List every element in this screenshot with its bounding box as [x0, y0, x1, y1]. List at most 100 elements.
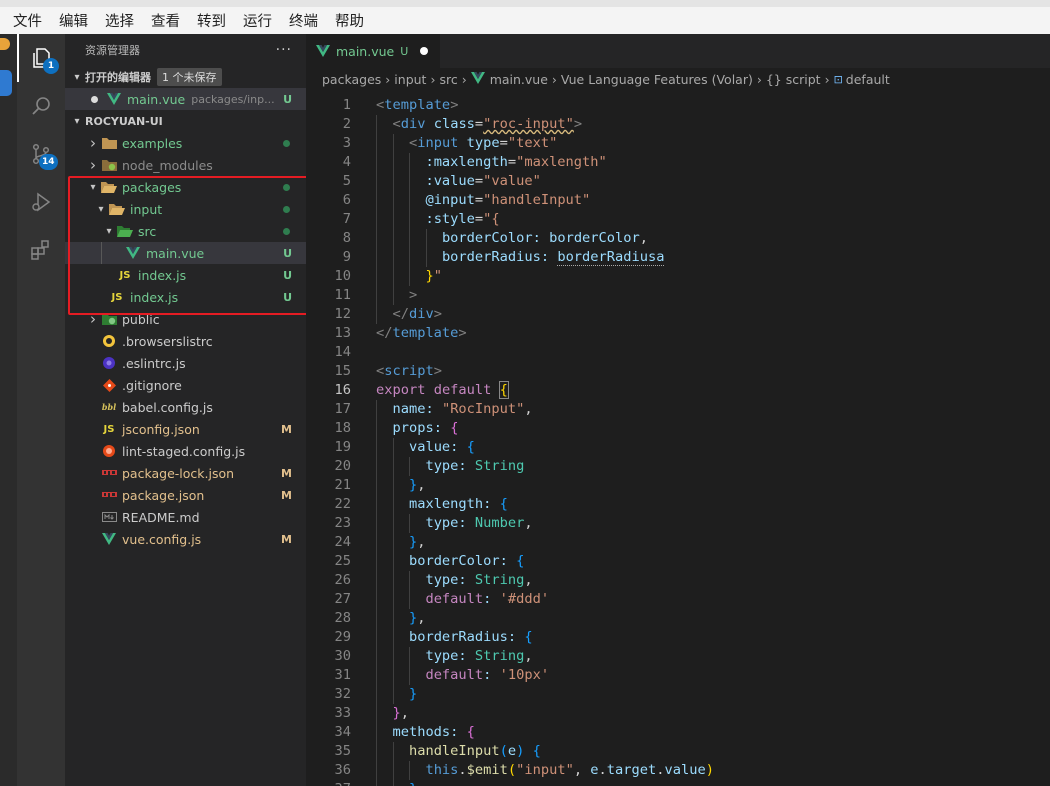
js-file-icon: JS: [103, 423, 115, 435]
tree-item-label: package.json: [122, 487, 205, 503]
line-number: 7: [342, 211, 351, 227]
tree-item[interactable]: main.vue U: [65, 242, 306, 264]
breadcrumb-item[interactable]: src: [439, 72, 457, 87]
menu-item[interactable]: 帮助: [332, 10, 367, 31]
line-number: 35: [334, 743, 351, 759]
tree-item[interactable]: package-lock.json M: [65, 462, 306, 484]
open-editor-item[interactable]: main.vue packages/inp... U: [65, 88, 306, 110]
extensions-activity[interactable]: [17, 226, 65, 274]
tree-item[interactable]: .browserslistrc: [65, 330, 306, 352]
tree-item-label: packages: [122, 179, 182, 195]
dock-app-icon[interactable]: [0, 38, 10, 50]
line-number: 21: [334, 477, 351, 493]
code-line: borderColor: borderColor,: [441, 230, 648, 246]
tree-item[interactable]: bbl babel.config.js: [65, 396, 306, 418]
source-control-activity[interactable]: 14: [17, 130, 65, 178]
tree-item-label: .gitignore: [122, 377, 182, 393]
explorer-title: 资源管理器: [85, 44, 140, 57]
babel-icon: bbl: [101, 402, 117, 412]
menu-item[interactable]: 查看: [148, 10, 183, 31]
code-line: type: String,: [425, 572, 533, 588]
code-line: <input type="text": [408, 135, 558, 151]
line-number: 25: [334, 553, 351, 569]
tab-main-vue[interactable]: main.vue U: [306, 34, 441, 68]
tree-item[interactable]: vue.config.js M: [65, 528, 306, 550]
git-status: U: [283, 246, 292, 260]
vue-file-icon: [106, 91, 122, 107]
breadcrumb-item[interactable]: packages: [322, 72, 381, 87]
breadcrumb-item[interactable]: main.vue: [490, 72, 548, 87]
unsaved-badge: 1 个未保存: [157, 68, 222, 86]
folder-open-icon: [109, 201, 125, 217]
line-number: 24: [334, 534, 351, 550]
run-debug-activity[interactable]: [17, 178, 65, 226]
tree-item[interactable]: ▾ input: [65, 198, 306, 220]
tree-item-label: .browserslistrc: [122, 333, 213, 349]
js-file-icon: JS: [111, 291, 123, 303]
menu-item[interactable]: 编辑: [56, 10, 91, 31]
chevron-down-icon: ▾: [106, 225, 112, 237]
chevron-right-icon: ›: [551, 71, 557, 87]
menu-item[interactable]: 转到: [194, 10, 229, 31]
vue-file-icon: [470, 71, 485, 87]
line-number: 5: [342, 173, 351, 189]
explorer-activity[interactable]: 1: [17, 34, 65, 82]
menu-item[interactable]: 选择: [102, 10, 137, 31]
line-number: 17: [334, 401, 351, 417]
tree-item[interactable]: › examples: [65, 132, 306, 154]
breadcrumb-item[interactable]: Vue Language Features (Volar): [561, 72, 753, 87]
chevron-right-icon: ›: [385, 71, 391, 87]
tree-item[interactable]: › node_modules: [65, 154, 306, 176]
code-line: :value="value": [425, 173, 541, 189]
explorer-header: 资源管理器 ···: [65, 34, 306, 66]
open-editors-header[interactable]: ▾ 打开的编辑器 1 个未保存: [65, 66, 306, 88]
project-header[interactable]: ▾ ROCYUAN-UI: [65, 110, 306, 132]
tree-item[interactable]: JS index.js U: [65, 286, 306, 308]
indent-guide: [101, 242, 102, 264]
more-actions-icon[interactable]: ···: [276, 42, 292, 58]
tree-item[interactable]: .eslintrc.js: [65, 352, 306, 374]
code-line: }: [408, 686, 418, 702]
tab-label: main.vue: [336, 43, 395, 59]
tree-item[interactable]: JS jsconfig.json M: [65, 418, 306, 440]
breadcrumb-item[interactable]: {} script: [766, 72, 821, 87]
markdown-icon: [101, 509, 117, 525]
breadcrumb-item[interactable]: default: [846, 72, 890, 87]
code-line: maxlength: {: [408, 496, 508, 512]
tree-item[interactable]: package.json M: [65, 484, 306, 506]
unsaved-dot-icon[interactable]: [420, 47, 429, 55]
menu-item[interactable]: 运行: [240, 10, 275, 31]
activity-bar: 1 14: [17, 34, 65, 786]
tree-item-label: examples: [122, 135, 183, 151]
line-number: 13: [334, 325, 351, 341]
open-editor-name: main.vue: [127, 91, 186, 107]
npm-icon: [101, 465, 117, 481]
tree-item-label: package-lock.json: [122, 465, 235, 481]
tree-item[interactable]: ▾ packages: [65, 176, 306, 198]
tree-item[interactable]: ▾ src: [65, 220, 306, 242]
open-editor-path: packages/inp...: [191, 92, 275, 106]
code-line: value: {: [408, 439, 475, 455]
code-line: <script>: [376, 363, 442, 379]
line-number: 33: [334, 705, 351, 721]
chevron-right-icon: ›: [90, 156, 96, 174]
tree-item[interactable]: › public: [65, 308, 306, 330]
menu-item[interactable]: 终端: [286, 10, 321, 31]
dock-app-icon-active[interactable]: [0, 70, 12, 96]
line-number: 16: [334, 382, 351, 398]
menu-bar: 文件 编辑 选择 查看 转到 运行 终端 帮助: [0, 0, 1050, 34]
git-status: M: [281, 488, 292, 502]
tree-item[interactable]: lint-staged.config.js: [65, 440, 306, 462]
search-activity[interactable]: [17, 82, 65, 130]
breadcrumb-item[interactable]: input: [394, 72, 426, 87]
line-number: 30: [334, 648, 351, 664]
tree-item[interactable]: .gitignore: [65, 374, 306, 396]
code-line: props: {: [392, 420, 459, 436]
public-folder-icon: [101, 311, 117, 327]
code-line: default: '10px': [425, 667, 550, 683]
tab-git-status: U: [400, 44, 409, 58]
menu-item[interactable]: 文件: [10, 10, 45, 31]
tree-item[interactable]: README.md: [65, 506, 306, 528]
code-line: borderRadius: {: [408, 629, 533, 645]
tree-item[interactable]: JS index.js U: [65, 264, 306, 286]
